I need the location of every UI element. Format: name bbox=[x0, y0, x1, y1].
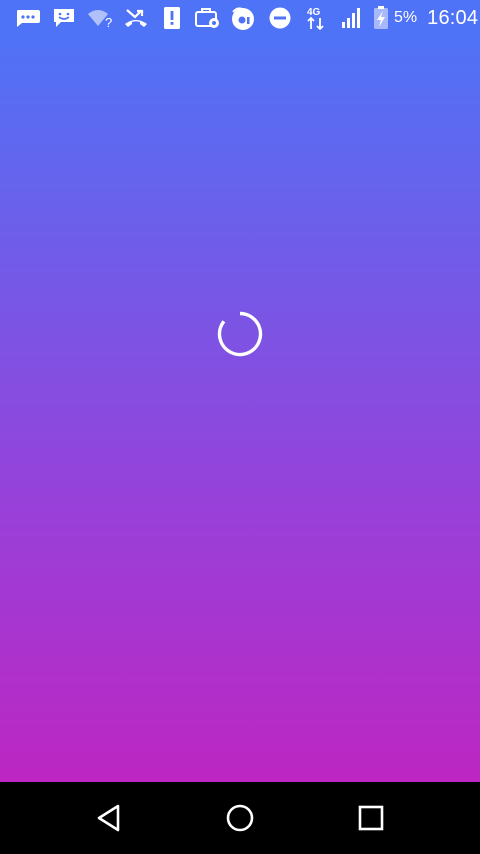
battery-percent: 5% bbox=[394, 9, 418, 26]
loading-screen bbox=[0, 36, 480, 782]
cloud-app-icon bbox=[226, 6, 262, 30]
loading-spinner-icon bbox=[217, 311, 263, 357]
messenger-icon bbox=[46, 6, 82, 30]
status-bar: ? 4G 5% 16:04 bbox=[0, 0, 480, 36]
svg-text:?: ? bbox=[105, 15, 112, 29]
bag-settings-icon bbox=[190, 6, 226, 30]
back-triangle-icon bbox=[98, 804, 120, 832]
back-button[interactable] bbox=[73, 782, 145, 854]
do-not-disturb-icon bbox=[262, 6, 298, 30]
navigation-bar bbox=[0, 782, 480, 854]
alert-sim-icon bbox=[154, 6, 190, 30]
recents-square-icon bbox=[358, 805, 383, 831]
battery-charging-icon bbox=[370, 6, 392, 30]
signal-icon bbox=[334, 6, 370, 30]
notification-icons: ? 4G bbox=[10, 6, 370, 31]
svg-text:4G: 4G bbox=[307, 7, 321, 18]
recents-button[interactable] bbox=[335, 782, 407, 854]
missed-call-icon bbox=[118, 6, 154, 30]
home-button[interactable] bbox=[204, 782, 276, 854]
chat-bubble-icon bbox=[10, 6, 46, 30]
4g-data-icon: 4G bbox=[298, 6, 334, 31]
wifi-unknown-icon: ? bbox=[82, 6, 118, 30]
status-right: 5% 16:04 bbox=[370, 6, 478, 30]
home-circle-icon bbox=[226, 804, 254, 832]
clock: 16:04 bbox=[427, 6, 479, 29]
